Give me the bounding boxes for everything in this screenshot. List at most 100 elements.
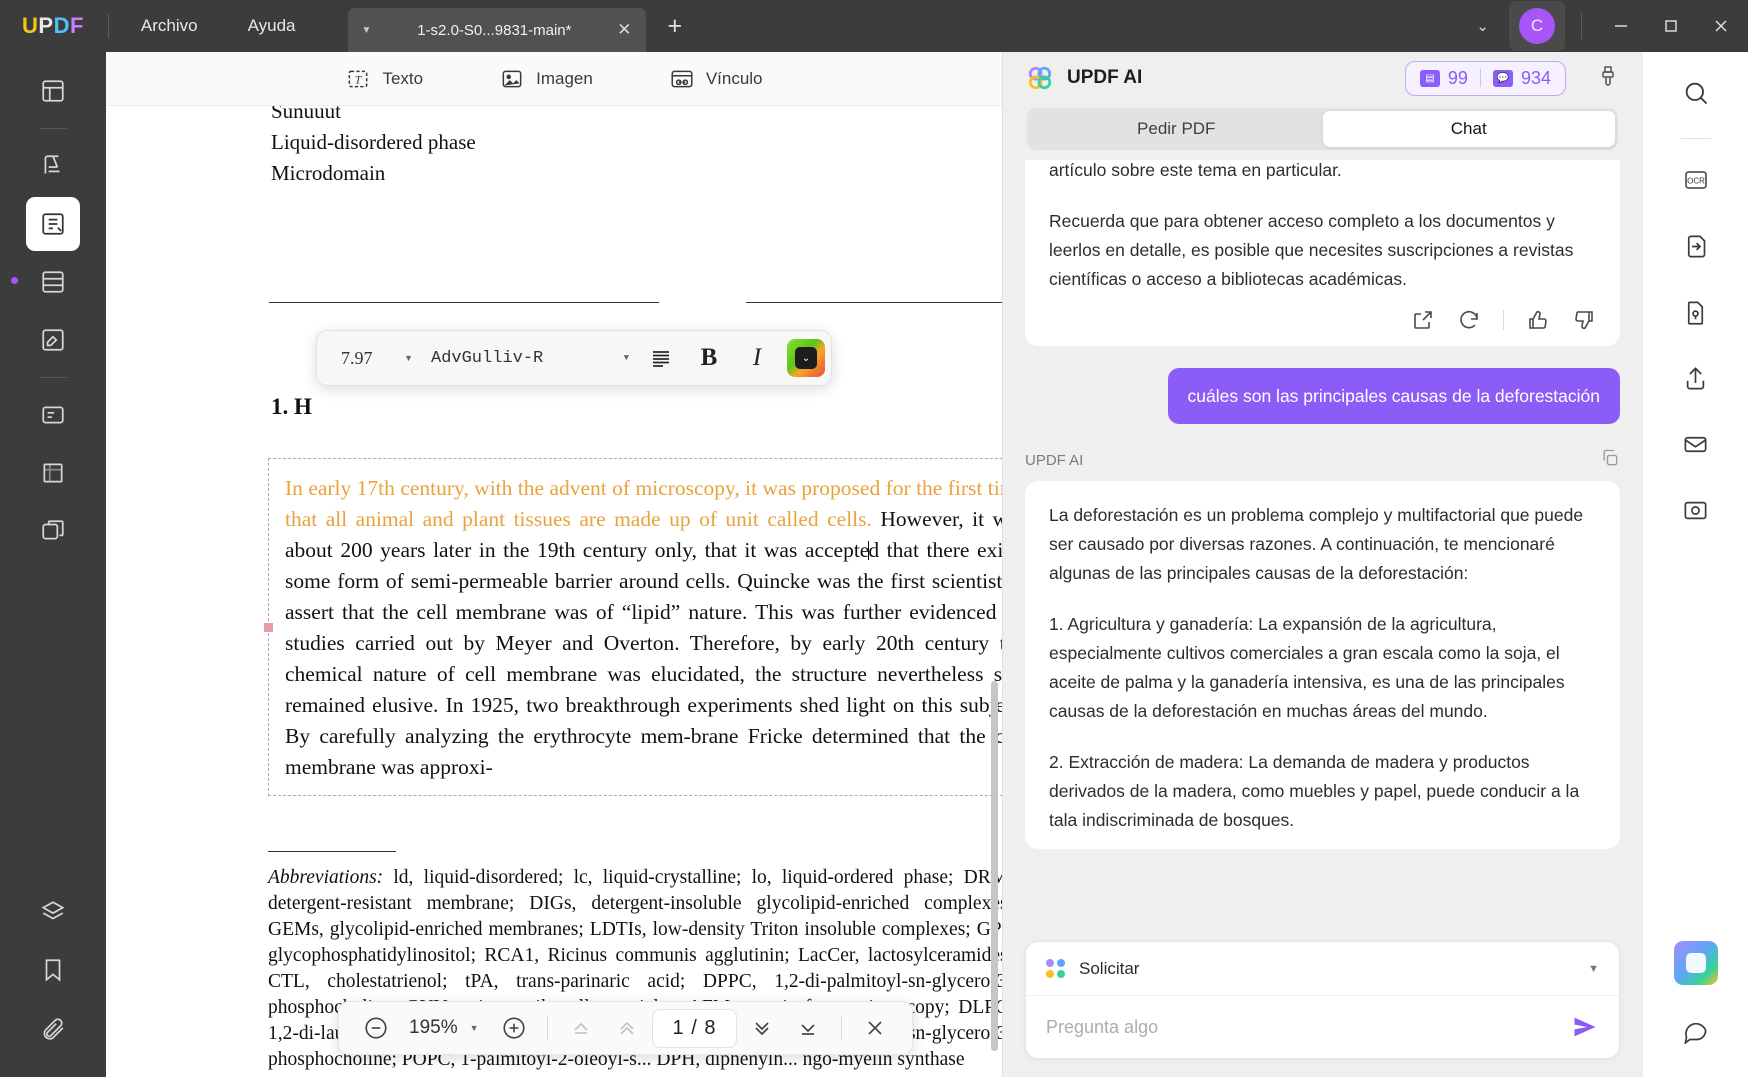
chevron-down-icon[interactable]: ⌄ <box>1460 9 1505 43</box>
regenerate-icon[interactable] <box>1457 308 1481 332</box>
abbreviations-label: Abbreviations: <box>268 867 384 888</box>
menu-ayuda[interactable]: Ayuda <box>234 10 310 42</box>
assistant-label-row: UPDF AI <box>1025 448 1620 473</box>
share-icon[interactable] <box>1411 308 1435 332</box>
copy-icon[interactable] <box>1600 448 1620 473</box>
sidebar-item-page-organize[interactable] <box>26 255 80 309</box>
clear-chat-icon[interactable] <box>1596 64 1620 93</box>
new-tab-button[interactable]: + <box>668 12 683 41</box>
composer-input-row <box>1026 996 1619 1058</box>
tab-chat[interactable]: Chat <box>1322 111 1615 147</box>
assistant-message: artículo sobre este tema en particular. … <box>1025 160 1620 346</box>
zoom-out-icon[interactable] <box>355 1007 397 1049</box>
thumbs-down-icon[interactable] <box>1572 308 1596 332</box>
protect-icon[interactable] <box>1669 285 1723 339</box>
next-page-icon[interactable] <box>741 1007 783 1049</box>
chevron-down-icon[interactable]: ▼ <box>470 1023 479 1033</box>
editable-text-block[interactable]: In early 17th century, with the advent o… <box>264 458 1002 796</box>
sidebar-item-thumbnails[interactable] <box>26 64 80 118</box>
keyword-0: Sunuuut <box>271 106 342 123</box>
italic-button[interactable]: I <box>733 338 781 378</box>
share-icon[interactable] <box>1669 351 1723 405</box>
convert-icon[interactable] <box>1669 219 1723 273</box>
close-button[interactable] <box>1698 3 1744 49</box>
clipped-line: artículo sobre este tema en particular. <box>1049 160 1342 180</box>
search-icon[interactable] <box>1669 66 1723 120</box>
thumbs-up-icon[interactable] <box>1526 308 1550 332</box>
updf-window: UPDF Archivo Ayuda ▼ 1-s2.0-S0...9831-ma… <box>0 0 1748 1077</box>
save-as-image-icon[interactable] <box>1669 483 1723 537</box>
divider <box>39 128 67 129</box>
title-bar: UPDF Archivo Ayuda ▼ 1-s2.0-S0...9831-ma… <box>0 0 1748 52</box>
updf-ai-logo-icon <box>1028 66 1052 90</box>
ai-composer: Solicitar ▼ <box>1025 941 1620 1059</box>
pdf-page[interactable]: Sunuuut Liquid-disordered phase Microdom… <box>106 106 1002 1077</box>
chat-input[interactable] <box>1046 1016 1571 1038</box>
sidebar-item-compare[interactable] <box>26 504 80 558</box>
tool-imagen[interactable]: Imagen <box>499 66 593 92</box>
bold-button[interactable]: B <box>685 338 733 378</box>
last-page-icon[interactable] <box>787 1007 829 1049</box>
color-swatch-inner: ⌄ <box>795 347 817 369</box>
sidebar-item-layers[interactable] <box>26 885 80 939</box>
ai-assistant-icon[interactable] <box>1673 941 1718 985</box>
first-page-icon[interactable] <box>560 1007 602 1049</box>
tool-texto[interactable]: T Texto <box>345 66 423 92</box>
close-icon[interactable]: ✕ <box>617 20 631 40</box>
assistant-message-2: La deforestación es un problema complejo… <box>1025 481 1620 849</box>
assistant-paragraph-2: 1. Agricultura y ganadería: La expansión… <box>1049 614 1565 721</box>
sidebar-item-annotate[interactable] <box>26 313 80 367</box>
prev-page-icon[interactable] <box>606 1007 648 1049</box>
chevron-down-icon[interactable]: ▼ <box>362 25 372 36</box>
maximize-button[interactable] <box>1648 3 1694 49</box>
assistant-paragraph-1: La deforestación es un problema complejo… <box>1049 505 1584 583</box>
ocr-icon[interactable]: OCR <box>1669 153 1723 207</box>
sidebar-item-edit-pdf[interactable] <box>26 197 80 251</box>
account-button[interactable]: C <box>1509 1 1565 51</box>
document-tab[interactable]: ▼ 1-s2.0-S0...9831-main* ✕ <box>347 8 646 52</box>
send-icon[interactable] <box>1571 1013 1599 1041</box>
right-toolbar: OCR <box>1642 52 1748 1077</box>
email-icon[interactable] <box>1669 417 1723 471</box>
sidebar-item-attachments[interactable] <box>26 1001 80 1055</box>
font-family-select[interactable]: AdvGulliv-R ▼ <box>419 349 637 368</box>
font-size-select[interactable]: 7.97 ▼ <box>323 348 419 369</box>
document-pane: T Texto Imagen Vínculo Sunuuut Liquid-di… <box>106 52 1002 1077</box>
sidebar-item-form[interactable] <box>26 388 80 442</box>
align-icon[interactable] <box>637 338 685 378</box>
zoom-in-icon[interactable] <box>493 1007 535 1049</box>
vertical-scrollbar[interactable] <box>991 681 998 1051</box>
composer-mode-label: Solicitar <box>1079 958 1140 978</box>
minimize-button[interactable] <box>1598 3 1644 49</box>
composer-mode-select[interactable]: Solicitar ▼ <box>1026 942 1619 996</box>
tool-imagen-label: Imagen <box>536 68 593 88</box>
chevron-down-icon[interactable]: ▼ <box>404 353 413 363</box>
user-message-row: cuáles son las principales causas de la … <box>1025 368 1620 424</box>
sidebar-item-crop[interactable] <box>26 446 80 500</box>
ai-panel: UPDF AI ▤ 99 💬 934 Pedir PDF Chat artícu… <box>1002 52 1642 1077</box>
ai-chat-scroll[interactable]: artículo sobre este tema en particular. … <box>1003 160 1642 933</box>
zoom-level[interactable]: 195% <box>401 1017 466 1039</box>
chevron-down-icon[interactable]: ▼ <box>624 353 629 363</box>
assistant-paragraph-3: 2. Extracción de madera: La demanda de m… <box>1049 752 1580 830</box>
keyword-1: Liquid-disordered phase <box>271 130 476 154</box>
sidebar-item-read-mode[interactable] <box>26 139 80 193</box>
menu-archivo[interactable]: Archivo <box>127 10 212 42</box>
tab-pedir-pdf[interactable]: Pedir PDF <box>1030 111 1323 147</box>
color-picker-icon[interactable]: ⌄ <box>787 339 825 377</box>
document-credits-value: 99 <box>1447 67 1468 88</box>
page-navigation-bar: 195% ▼ 1 / 8 <box>338 1001 914 1055</box>
ai-panel-title: UPDF AI <box>1067 67 1143 88</box>
chat-icon: 💬 <box>1492 69 1513 87</box>
chat-credits-value: 934 <box>1520 67 1551 88</box>
chevron-down-icon[interactable]: ▼ <box>1588 963 1599 975</box>
ai-credit-badges[interactable]: ▤ 99 💬 934 <box>1404 60 1566 96</box>
page-indicator[interactable]: 1 / 8 <box>651 1008 738 1048</box>
tool-vinculo[interactable]: Vínculo <box>669 66 763 92</box>
tool-texto-label: Texto <box>382 68 424 88</box>
sidebar-item-bookmarks[interactable] <box>26 943 80 997</box>
keyword-2: Microdomain <box>271 161 386 185</box>
resize-handle-left[interactable] <box>264 623 273 632</box>
comments-icon[interactable] <box>1669 1003 1723 1057</box>
close-icon[interactable] <box>854 1007 896 1049</box>
